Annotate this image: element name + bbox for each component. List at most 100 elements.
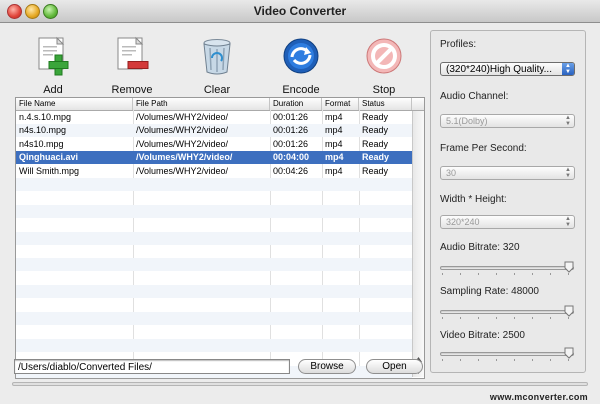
- profiles-select[interactable]: (320*240)High Quality... ▲ ▼: [440, 62, 575, 76]
- empty-table-row[interactable]: [16, 338, 412, 352]
- audio-channel-label: Audio Channel:: [440, 91, 509, 102]
- empty-table-row[interactable]: [16, 178, 412, 191]
- add-file-icon: [38, 36, 69, 76]
- table-cell-path: /Volumes/WHY2/video/: [136, 112, 229, 122]
- table-cell-name: n4s10.mpg: [19, 138, 64, 149]
- table-row[interactable]: n.4.s.10.mpg/Volumes/WHY2/video/00:01:26…: [16, 111, 412, 124]
- table-cell-path: /Volumes/WHY2/video/: [136, 165, 229, 176]
- size-value: 320*240: [446, 217, 480, 227]
- empty-table-row[interactable]: [16, 325, 412, 338]
- table-cell-path: /Volumes/WHY2/video/: [136, 152, 233, 163]
- table-cell-format: mp4: [325, 138, 343, 149]
- open-button[interactable]: Open: [366, 359, 423, 374]
- empty-table-row[interactable]: [16, 299, 412, 312]
- column-header-file-name[interactable]: File Name: [16, 98, 133, 110]
- table-row[interactable]: Will Smith.mpg/Volumes/WHY2/video/00:04:…: [16, 165, 412, 178]
- column-header-status[interactable]: Status: [359, 98, 412, 110]
- table-cell-name: n.4.s.10.mpg: [19, 112, 72, 122]
- audio-bitrate-value: 320: [502, 242, 520, 253]
- table-cell-name: Qinghuaci.avi: [19, 152, 79, 163]
- select-arrows-icon: ▲ ▼: [565, 167, 571, 179]
- table-scrollbar[interactable]: [412, 111, 424, 377]
- encode-icon: [283, 38, 319, 74]
- remove-label: Remove: [111, 84, 153, 96]
- column-header-file-path[interactable]: File Path: [133, 98, 270, 110]
- table-header: File Name File Path Duration Format Stat…: [16, 98, 424, 111]
- profiles-label: Profiles:: [440, 39, 477, 50]
- select-arrows-icon: ▲ ▼: [562, 63, 574, 75]
- slider-knob-icon[interactable]: [564, 305, 574, 317]
- add-button[interactable]: Add: [23, 34, 83, 96]
- stop-label: Stop: [372, 84, 396, 96]
- table-cell-name: Will Smith.mpg: [19, 165, 80, 176]
- empty-table-row[interactable]: [16, 285, 412, 299]
- table-cell-status: Ready: [362, 138, 389, 149]
- sampling-rate-value: 48000: [511, 286, 539, 297]
- title-bar: Video Converter: [0, 0, 600, 23]
- remove-button[interactable]: Remove: [102, 34, 162, 96]
- audio-channel-value: 5.1(Dolby): [446, 116, 488, 126]
- table-cell-status: Ready: [362, 165, 389, 176]
- table-cell-status: Ready: [362, 112, 389, 122]
- empty-table-row[interactable]: [16, 231, 412, 245]
- file-panel: Add Remove Clear Encode Stop File Name F…: [12, 30, 425, 379]
- window-title: Video Converter: [253, 4, 347, 18]
- footer-url[interactable]: www.mconverter.com: [490, 392, 588, 402]
- table-row[interactable]: n4s10.mpg/Volumes/WHY2/video/00:01:26 mp4…: [16, 138, 412, 151]
- empty-table-row[interactable]: [16, 218, 412, 231]
- stop-icon: [366, 38, 402, 74]
- remove-file-icon: [117, 36, 149, 70]
- fps-select[interactable]: 30 ▲ ▼: [440, 166, 575, 180]
- settings-panel: Profiles: (320*240)High Quality... ▲ ▼ Au…: [430, 30, 586, 373]
- table-row[interactable]: n4s.10.mpg/Volumes/WHY2/video/00:01:26 mp…: [16, 124, 412, 138]
- table-cell-duration: 00:01:26: [273, 112, 309, 122]
- table-cell-duration: 00:01:26: [273, 125, 309, 136]
- encode-button[interactable]: Encode: [271, 34, 331, 96]
- browse-button[interactable]: Browse: [298, 359, 356, 374]
- clear-label: Clear: [203, 84, 231, 96]
- empty-table-row[interactable]: [16, 272, 412, 285]
- stop-button[interactable]: Stop: [354, 34, 414, 96]
- table-cell-duration: 00:04:00: [273, 152, 310, 163]
- table-cell-duration: 00:04:26: [273, 165, 309, 176]
- audio-bitrate-slider[interactable]: [440, 261, 574, 277]
- table-row[interactable]: Qinghuaci.avi/Volumes/WHY2/video/00:04:0…: [16, 151, 412, 165]
- output-path-field[interactable]: /Users/diablo/Converted Files/: [14, 359, 290, 374]
- empty-table-row[interactable]: [16, 245, 412, 258]
- table-cell-format: mp4: [325, 125, 343, 136]
- empty-table-row[interactable]: [16, 204, 412, 218]
- column-header-format[interactable]: Format: [322, 98, 359, 110]
- table-cell-duration: 00:01:26: [273, 138, 309, 149]
- table-cell-format: mp4: [325, 152, 344, 163]
- table-cell-path: /Volumes/WHY2/video/: [136, 125, 229, 136]
- empty-table-row[interactable]: [16, 258, 412, 272]
- slider-knob-icon[interactable]: [564, 347, 574, 359]
- fps-label: Frame Per Second:: [440, 143, 527, 154]
- fps-value: 30: [446, 168, 457, 178]
- table-cell-format: mp4: [325, 165, 343, 176]
- size-select[interactable]: 320*240 ▲ ▼: [440, 215, 575, 229]
- video-bitrate-slider[interactable]: [440, 347, 574, 363]
- table-cell-format: mp4: [325, 112, 343, 122]
- select-arrows-icon: ▲ ▼: [565, 216, 571, 228]
- audio-bitrate-label: Audio Bitrate: 320: [440, 242, 520, 253]
- trash-icon: [203, 39, 231, 75]
- add-label: Add: [43, 84, 63, 96]
- profiles-value: (320*240)High Quality...: [446, 64, 552, 75]
- sampling-rate-slider[interactable]: [440, 305, 574, 321]
- empty-table-row[interactable]: [16, 191, 412, 204]
- encode-label: Encode: [282, 84, 320, 96]
- column-header-duration[interactable]: Duration: [270, 98, 322, 110]
- audio-channel-select[interactable]: 5.1(Dolby) ▲ ▼: [440, 114, 575, 128]
- app-window: Video Converter Add Remove Clear Encode …: [0, 0, 600, 404]
- video-bitrate-value: 2500: [502, 330, 525, 341]
- select-arrows-icon: ▲ ▼: [565, 115, 571, 127]
- file-table: File Name File Path Duration Format Stat…: [15, 97, 425, 379]
- table-cell-name: n4s.10.mpg: [19, 125, 67, 136]
- size-label: Width * Height:: [440, 194, 507, 205]
- clear-button[interactable]: Clear: [187, 34, 247, 96]
- slider-knob-icon[interactable]: [564, 261, 574, 273]
- empty-table-row[interactable]: [16, 312, 412, 325]
- table-cell-status: Ready: [362, 125, 389, 136]
- video-bitrate-label: Video Bitrate: 2500: [440, 330, 525, 341]
